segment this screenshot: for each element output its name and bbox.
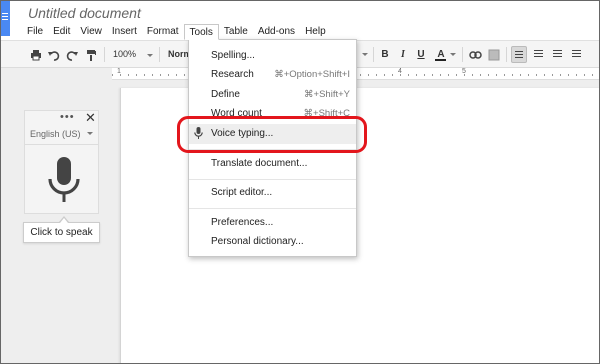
ruler-mark: 1: [117, 68, 121, 75]
menu-separator: [189, 179, 356, 180]
underline-button[interactable]: U: [415, 46, 427, 63]
more-icon[interactable]: •••: [60, 111, 75, 123]
menu-item-personal-dictionary[interactable]: Personal dictionary...: [189, 233, 356, 251]
ruler-mark: 5: [462, 68, 466, 75]
dropdown-caret-icon: [362, 53, 368, 56]
menu-edit[interactable]: Edit: [48, 24, 75, 40]
justify-icon[interactable]: [568, 46, 584, 63]
zoom-select[interactable]: 100%: [113, 46, 153, 63]
menu-item-define[interactable]: Define ⌘+Shift+Y: [189, 86, 356, 104]
text-color-icon[interactable]: A: [433, 46, 449, 63]
menu-item-label: Translate document...: [211, 158, 308, 169]
comment-icon[interactable]: [487, 46, 501, 63]
tooltip-arrow-inner: [60, 218, 68, 223]
redo-icon[interactable]: [65, 46, 79, 63]
mic-icon[interactable]: [47, 157, 81, 213]
menu-item-label: Personal dictionary...: [211, 236, 304, 247]
link-icon[interactable]: [468, 46, 482, 63]
text-color-caret[interactable]: [450, 46, 458, 63]
menu-item-preferences[interactable]: Preferences...: [189, 214, 356, 232]
menu-table[interactable]: Table: [219, 24, 253, 40]
close-icon[interactable]: ✕: [85, 111, 96, 125]
click-to-speak-tooltip: Click to speak: [23, 222, 100, 243]
menu-item-research[interactable]: Research ⌘+Option+Shift+I: [189, 66, 356, 84]
voice-typing-panel: ••• ✕ English (US): [24, 110, 99, 214]
menubar: File Edit View Insert Format Tools Table…: [22, 24, 331, 40]
italic-button[interactable]: I: [397, 46, 409, 63]
menu-format[interactable]: Format: [142, 24, 184, 40]
dropdown-caret-icon[interactable]: [87, 132, 93, 135]
print-icon[interactable]: [29, 46, 43, 63]
menu-item-label: Script editor...: [211, 187, 273, 198]
dropdown-caret-icon: [147, 54, 153, 57]
toolbar-separator: [104, 47, 105, 62]
divider: [25, 144, 98, 145]
font-size-caret[interactable]: [362, 46, 370, 63]
menu-item-translate[interactable]: Translate document...: [189, 155, 356, 173]
menu-item-label: Research: [211, 69, 254, 80]
ruler-mark: 4: [398, 68, 402, 75]
language-select[interactable]: English (US): [30, 129, 81, 139]
menu-item-shortcut: ⌘+Option+Shift+I: [274, 69, 350, 80]
menu-insert[interactable]: Insert: [107, 24, 142, 40]
app-header: Untitled document File Edit View Insert …: [0, 0, 600, 40]
toolbar-separator: [159, 47, 160, 62]
menu-view[interactable]: View: [75, 24, 107, 40]
align-center-icon[interactable]: [530, 46, 546, 63]
highlight-ring: [177, 116, 367, 153]
document-title[interactable]: Untitled document: [28, 5, 141, 21]
menu-item-shortcut: ⌘+Shift+Y: [304, 89, 350, 100]
menu-addons[interactable]: Add-ons: [253, 24, 300, 40]
menu-item-spelling[interactable]: Spelling...: [189, 47, 356, 65]
menu-item-label: Spelling...: [211, 50, 255, 61]
menu-file[interactable]: File: [22, 24, 48, 40]
toolbar-separator: [373, 47, 374, 62]
menu-item-label: Preferences...: [211, 217, 274, 228]
menu-separator: [189, 208, 356, 209]
align-right-icon[interactable]: [549, 46, 565, 63]
menu-help[interactable]: Help: [300, 24, 331, 40]
toolbar-separator: [506, 47, 507, 62]
doc-icon[interactable]: [0, 0, 10, 36]
menu-item-label: Define: [211, 89, 240, 100]
menu-tools[interactable]: Tools: [183, 24, 219, 40]
voice-panel-header: ••• ✕: [25, 111, 98, 126]
paint-format-icon[interactable]: [84, 46, 98, 63]
undo-icon[interactable]: [47, 46, 61, 63]
dropdown-caret-icon: [450, 53, 456, 56]
align-left-icon[interactable]: [511, 46, 527, 63]
toolbar-separator: [462, 47, 463, 62]
menu-item-script-editor[interactable]: Script editor...: [189, 184, 356, 202]
zoom-value: 100%: [113, 49, 137, 59]
bold-button[interactable]: B: [379, 46, 391, 63]
